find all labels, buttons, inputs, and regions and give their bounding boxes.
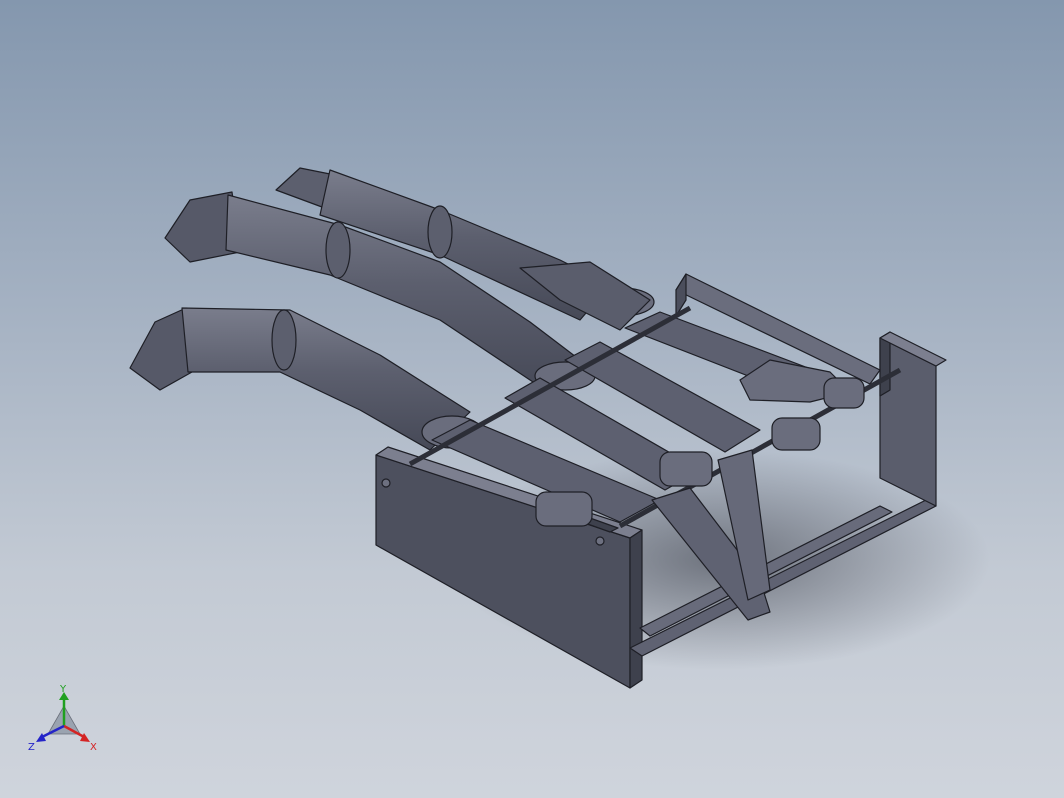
triad-y-label: Y [59,684,67,695]
coordinate-triad[interactable]: Y X Z [24,684,104,756]
finger-middle-joint [325,221,351,279]
pivot-block-3 [771,417,821,451]
finger-index-joint [271,309,297,371]
pivot-block-2 [659,451,713,487]
triad-icon: Y X Z [28,684,97,753]
hand-model-3d[interactable] [0,0,1064,798]
triad-x-label: X [90,742,97,753]
triad-z-label: Z [28,742,35,753]
graphics-viewport[interactable]: Y X Z [0,0,1064,798]
pivot-block-1 [535,491,593,527]
base-hole-2 [595,536,605,546]
base-hole [381,478,391,488]
pivot-block-4 [823,377,865,409]
finger-ring-joint [427,205,453,259]
base-left-wall-side [629,529,643,689]
